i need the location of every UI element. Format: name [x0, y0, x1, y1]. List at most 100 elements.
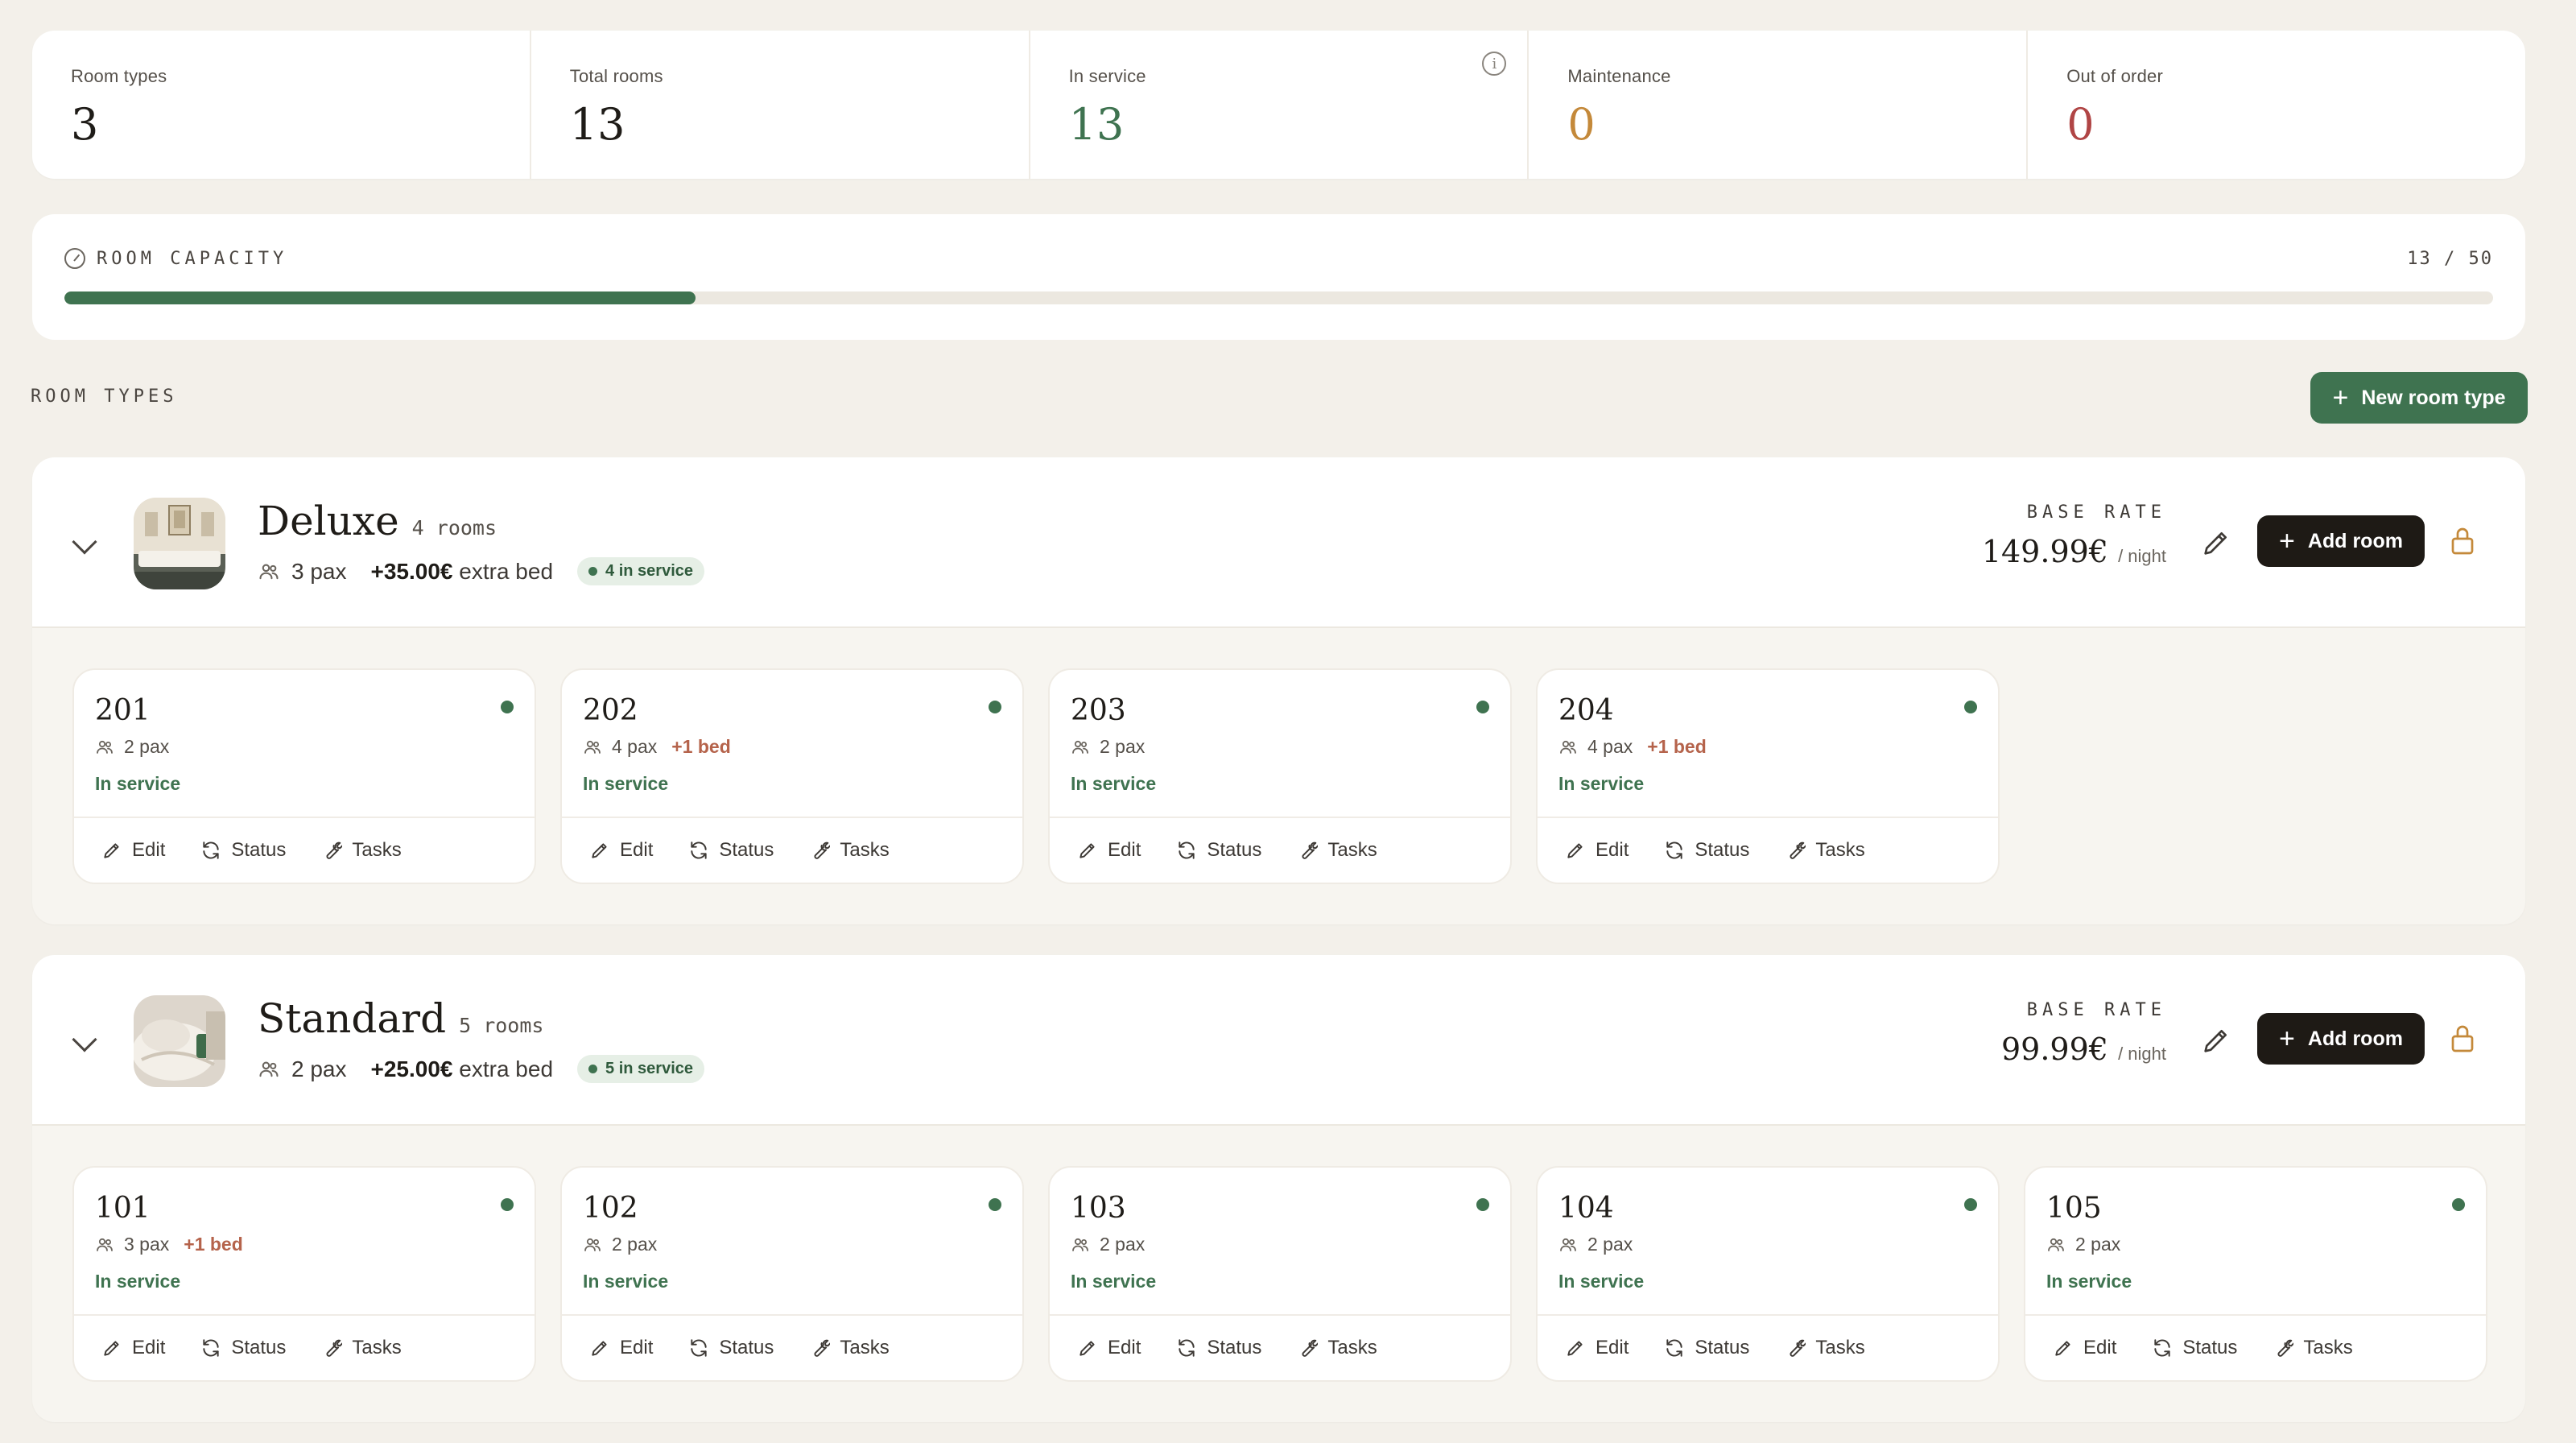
- room-type-pax: 3 pax: [291, 558, 347, 584]
- room-type-count: 5 rooms: [459, 1014, 544, 1037]
- people-icon: [2046, 1235, 2066, 1255]
- room-tasks-button[interactable]: Tasks: [809, 839, 890, 862]
- edit-room-type-button[interactable]: [2200, 1024, 2232, 1056]
- status-label: Status: [1695, 839, 1750, 861]
- room-type-count: 4 rooms: [411, 516, 497, 540]
- tasks-label: Tasks: [840, 839, 890, 861]
- room-type-photo: [134, 995, 225, 1087]
- add-room-button[interactable]: + Add room: [2257, 1013, 2425, 1065]
- room-tasks-button[interactable]: Tasks: [1297, 1337, 1377, 1359]
- room-status-button[interactable]: Status: [1664, 839, 1749, 862]
- new-room-type-button[interactable]: + New room type: [2310, 372, 2528, 424]
- chevron-down-icon[interactable]: [72, 1027, 97, 1052]
- lock-icon: [2448, 1023, 2477, 1055]
- room-number: 201: [95, 694, 151, 727]
- room-card[interactable]: 204 4 pax +1 bed In service Edit Status: [1536, 668, 2000, 884]
- edit-room-button[interactable]: Edit: [589, 839, 653, 862]
- room-tasks-button[interactable]: Tasks: [2273, 1337, 2353, 1359]
- pencil-icon: [589, 840, 610, 861]
- edit-label: Edit: [1108, 839, 1141, 861]
- room-tasks-button[interactable]: Tasks: [1785, 1337, 1865, 1359]
- status-dot: [989, 701, 1001, 713]
- base-rate: BASE RATE 149.99€ / night: [1982, 502, 2166, 569]
- room-type-header: Deluxe 4 rooms 3 pax +35.00€ extra bed 4…: [32, 457, 2525, 628]
- edit-room-button[interactable]: Edit: [101, 1337, 165, 1359]
- room-actions: Edit Status Tasks: [74, 1314, 535, 1380]
- edit-label: Edit: [1596, 839, 1629, 861]
- room-card[interactable]: 104 2 pax In service Edit Status Tasks: [1536, 1166, 2000, 1382]
- wrench-icon: [1297, 1338, 1319, 1358]
- stat-in-service: In service 13 i: [1030, 31, 1530, 179]
- room-status: In service: [2046, 1271, 2132, 1292]
- room-status: In service: [1558, 773, 1645, 794]
- room-actions: Edit Status Tasks: [562, 817, 1022, 883]
- room-tasks-button[interactable]: Tasks: [809, 1337, 890, 1359]
- edit-room-button[interactable]: Edit: [1565, 839, 1629, 862]
- room-status: In service: [583, 1271, 669, 1292]
- in-service-count: 5 in service: [605, 1060, 693, 1077]
- room-status-button[interactable]: Status: [1664, 1337, 1749, 1359]
- status-label: Status: [231, 1337, 287, 1358]
- in-service-badge: 4 in service: [577, 557, 704, 585]
- status-label: Status: [719, 839, 774, 861]
- pencil-icon: [589, 1338, 610, 1358]
- extra-bed-amount: +25.00€: [370, 1056, 453, 1081]
- room-card[interactable]: 202 4 pax +1 bed In service Edit Status: [560, 668, 1024, 884]
- edit-room-type-button[interactable]: [2200, 527, 2232, 559]
- stat-label: Maintenance: [1567, 66, 1671, 86]
- room-actions: Edit Status Tasks: [1538, 817, 1998, 883]
- room-status: In service: [1558, 1271, 1645, 1292]
- room-tasks-button[interactable]: Tasks: [1785, 839, 1865, 862]
- room-status-button[interactable]: Status: [1176, 839, 1261, 862]
- pencil-icon: [101, 840, 122, 861]
- extra-bed-label: +1 bed: [1647, 736, 1707, 757]
- edit-room-button[interactable]: Edit: [1077, 1337, 1141, 1359]
- stat-label: In service: [1068, 66, 1146, 86]
- pencil-icon: [101, 1338, 122, 1358]
- room-card[interactable]: 203 2 pax In service Edit Status Tasks: [1048, 668, 1512, 884]
- room-actions: Edit Status Tasks: [1050, 1314, 1510, 1380]
- tasks-label: Tasks: [1815, 1337, 1865, 1358]
- status-label: Status: [1207, 1337, 1262, 1358]
- room-type-header: Standard 5 rooms 2 pax +25.00€ extra bed…: [32, 955, 2525, 1126]
- people-icon: [1071, 738, 1090, 757]
- room-capacity: 4 pax +1 bed: [583, 736, 731, 758]
- room-type-photo: [134, 498, 225, 589]
- room-capacity: 4 pax +1 bed: [1558, 736, 1707, 758]
- room-card[interactable]: 105 2 pax In service Edit Status Tasks: [2024, 1166, 2487, 1382]
- rate-unit: / night: [2118, 1044, 2166, 1064]
- room-tasks-button[interactable]: Tasks: [321, 839, 402, 862]
- room-card[interactable]: 101 3 pax +1 bed In service Edit Status: [72, 1166, 536, 1382]
- edit-room-button[interactable]: Edit: [589, 1337, 653, 1359]
- chevron-down-icon[interactable]: [72, 529, 97, 555]
- add-room-button[interactable]: + Add room: [2257, 515, 2425, 567]
- edit-label: Edit: [1108, 1337, 1141, 1358]
- status-dot: [1476, 1198, 1489, 1211]
- edit-room-button[interactable]: Edit: [1077, 839, 1141, 862]
- edit-room-button[interactable]: Edit: [101, 839, 165, 862]
- room-status-button[interactable]: Status: [200, 1337, 286, 1359]
- lock-room-type-button[interactable]: [2448, 1023, 2477, 1055]
- room-pax: 2 pax: [612, 1234, 658, 1255]
- status-dot: [1964, 701, 1977, 713]
- room-status-button[interactable]: Status: [688, 1337, 774, 1359]
- room-tasks-button[interactable]: Tasks: [1297, 839, 1377, 862]
- edit-room-button[interactable]: Edit: [2053, 1337, 2116, 1359]
- room-card[interactable]: 103 2 pax In service Edit Status Tasks: [1048, 1166, 1512, 1382]
- people-icon: [258, 1058, 280, 1081]
- room-status-button[interactable]: Status: [1176, 1337, 1261, 1359]
- room-status-button[interactable]: Status: [200, 839, 286, 862]
- room-card[interactable]: 102 2 pax In service Edit Status Tasks: [560, 1166, 1024, 1382]
- room-status-button[interactable]: Status: [2152, 1337, 2237, 1359]
- extra-bed-label: +1 bed: [671, 736, 731, 757]
- room-status-button[interactable]: Status: [688, 839, 774, 862]
- edit-room-button[interactable]: Edit: [1565, 1337, 1629, 1359]
- lock-room-type-button[interactable]: [2448, 525, 2477, 557]
- pencil-icon: [2200, 1024, 2232, 1056]
- room-type-capacity: 2 pax: [258, 1056, 347, 1082]
- room-card[interactable]: 201 2 pax In service Edit Status Tasks: [72, 668, 536, 884]
- room-tasks-button[interactable]: Tasks: [321, 1337, 402, 1359]
- room-number: 101: [95, 1192, 151, 1225]
- plus-icon: +: [2332, 382, 2349, 413]
- room-status: In service: [95, 1271, 181, 1292]
